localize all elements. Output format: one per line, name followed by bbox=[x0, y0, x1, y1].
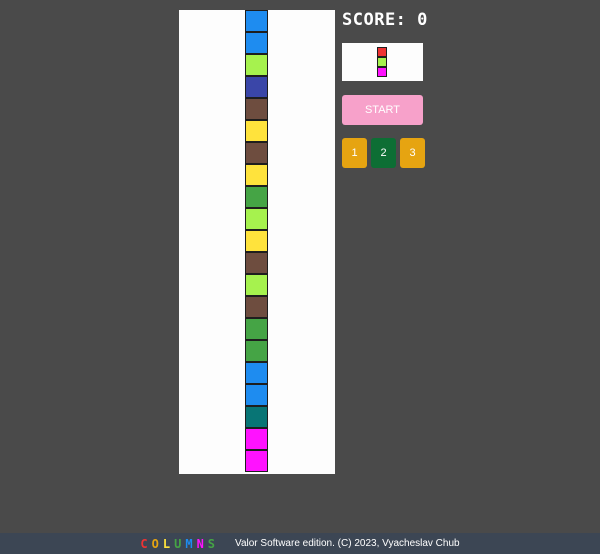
board-cell-green bbox=[245, 186, 268, 208]
board-cell-brown bbox=[245, 252, 268, 274]
next-piece-preview bbox=[342, 43, 423, 81]
logo-letter: O bbox=[151, 536, 163, 551]
board-cell-green bbox=[245, 318, 268, 340]
start-button[interactable]: START bbox=[342, 95, 423, 125]
footer-credit: Valor Software edition. (C) 2023, Vyache… bbox=[235, 538, 460, 549]
board-cell-green bbox=[245, 340, 268, 362]
board-cell-brown bbox=[245, 142, 268, 164]
logo-letter: S bbox=[207, 536, 220, 551]
next-piece-cell-magenta bbox=[377, 67, 387, 77]
game-screen: SCORE: 0 START 123 COLUMNS Valor Softwar… bbox=[0, 0, 600, 554]
next-piece-stack bbox=[377, 47, 387, 77]
board-cell-magenta bbox=[245, 428, 268, 450]
board-cell-brown bbox=[245, 296, 268, 318]
level-1-button[interactable]: 1 bbox=[342, 138, 367, 168]
board-cell-blue bbox=[245, 384, 268, 406]
game-board bbox=[179, 10, 335, 474]
board-cell-brown bbox=[245, 98, 268, 120]
board-cell-blue bbox=[245, 362, 268, 384]
board-cell-lime bbox=[245, 54, 268, 76]
board-cell-lime bbox=[245, 274, 268, 296]
board-cell-yellow bbox=[245, 230, 268, 252]
board-cell-yellow bbox=[245, 120, 268, 142]
board-cell-lime bbox=[245, 208, 268, 230]
board-cell-indigo bbox=[245, 76, 268, 98]
score-display: SCORE: 0 bbox=[342, 10, 428, 30]
board-cell-blue bbox=[245, 32, 268, 54]
next-piece-cell-red bbox=[377, 47, 387, 57]
logo-letter: M bbox=[185, 536, 197, 551]
next-piece-cell-lime bbox=[377, 57, 387, 67]
footer-bar: COLUMNS Valor Software edition. (C) 2023… bbox=[0, 533, 600, 554]
level-3-button[interactable]: 3 bbox=[400, 138, 425, 168]
level-selector: 123 bbox=[342, 138, 425, 168]
board-cell-teal bbox=[245, 406, 268, 428]
logo-letter: C bbox=[140, 536, 152, 551]
logo-letter: N bbox=[196, 536, 208, 551]
level-2-button[interactable]: 2 bbox=[371, 138, 396, 168]
board-cell-blue bbox=[245, 10, 268, 32]
falling-column-stack bbox=[245, 10, 268, 472]
logo-letter: L bbox=[162, 536, 175, 551]
board-cell-magenta bbox=[245, 450, 268, 472]
board-cell-yellow bbox=[245, 164, 268, 186]
logo-letter: U bbox=[174, 536, 186, 551]
columns-logo: COLUMNS bbox=[140, 537, 219, 551]
